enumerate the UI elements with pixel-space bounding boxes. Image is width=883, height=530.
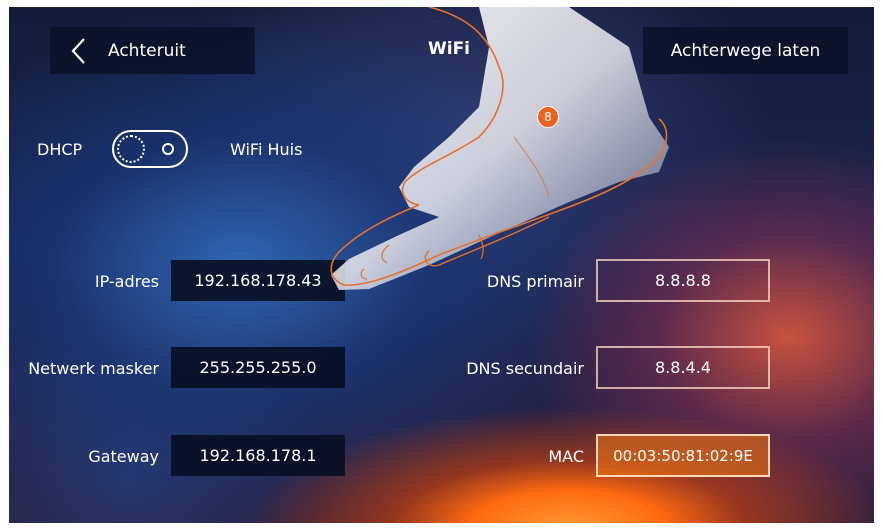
device-screen: Achteruit WiFi Achterwege laten DHCP WiF… xyxy=(9,7,874,523)
callout-badge: 8 xyxy=(537,106,559,128)
pointing-hand-icon xyxy=(330,7,669,290)
